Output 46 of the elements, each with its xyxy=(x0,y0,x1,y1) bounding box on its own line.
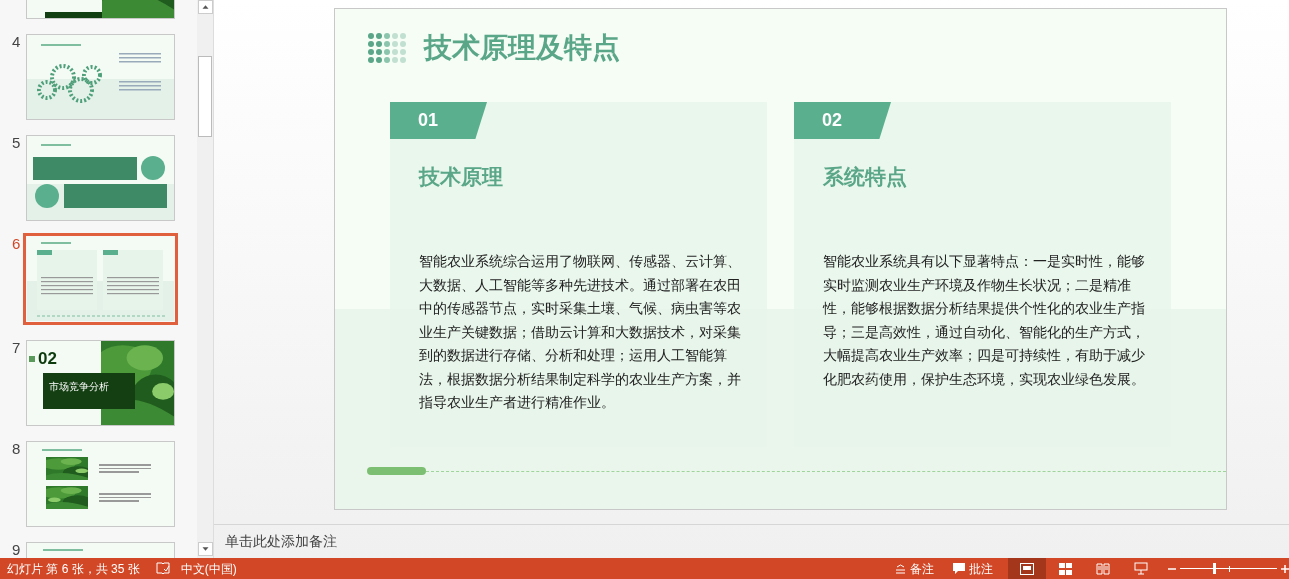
card-heading: 系统特点 xyxy=(823,166,908,187)
slide-title: 技术原理及特点 xyxy=(424,34,620,62)
comment-icon xyxy=(953,563,965,574)
slide-thumbnail[interactable]: 02 市场竞争分析 xyxy=(26,340,175,426)
slide-thumbnail[interactable] xyxy=(23,233,178,325)
slide-thumbnail[interactable] xyxy=(26,135,175,221)
slide-counter: 幻灯片 第 6 张，共 35 张 xyxy=(7,560,140,578)
language-label[interactable]: 中文(中国) xyxy=(180,559,237,578)
comments-button[interactable]: 批注 xyxy=(953,559,993,578)
text-lines xyxy=(99,493,151,502)
slide-number: 8 xyxy=(11,441,22,456)
squares-icon xyxy=(29,355,35,362)
normal-view-icon xyxy=(1020,562,1034,575)
zoom-thumb[interactable] xyxy=(1212,563,1216,574)
card-paragraph: 智能农业系统综合运用了物联网、传感器、云计算、大数据、人工智能等多种先进技术。通过部署在农田中的传感器节点，实时采集土壤、气候、病虫害等农业生产关键数据；借助云计算和大数据技术，对采集到的数据进行存储、分析和处理；运用人工智能算法，根据数据分析结果制定科学的农业生产方案，并指导农业生产者进行精准作业。 xyxy=(419,253,741,412)
slide-thumbnail[interactable] xyxy=(26,441,175,527)
notes-button[interactable]: 备注 xyxy=(895,559,934,578)
progress-pill xyxy=(367,467,426,475)
notes-placeholder[interactable]: 单击此处添加备注 xyxy=(225,531,337,552)
projector-screen-icon xyxy=(1134,562,1148,575)
section-number: 02 xyxy=(38,350,57,367)
grid-icon xyxy=(1058,562,1072,575)
slide-thumbnail[interactable] xyxy=(26,34,175,120)
title-banner: 市场竞争分析 xyxy=(43,373,135,409)
scroll-down-icon[interactable] xyxy=(197,542,213,556)
number-badge: 01 xyxy=(390,102,487,139)
slide-number: 7 xyxy=(11,340,22,355)
notes-icon xyxy=(895,563,906,574)
book-icon xyxy=(1096,562,1110,575)
slide-number: 4 xyxy=(11,34,22,49)
card-paragraph: 智能农业系统具有以下显著特点：一是实时性，能够实时监测农业生产环境及作物生长状况；二是精准性，能够根据数据分析结果提供个性化的农业生产指导；三是高效性，通过自动化、智能化的生产方式，大幅提高农业生产效率；四是可持续性，有助于减少化肥农药使用，保护生态环境，实现农业绿色发展。 xyxy=(823,253,1145,389)
zoom-slider[interactable] xyxy=(1180,563,1277,574)
dots-icon xyxy=(368,33,406,63)
spellcheck-icon[interactable] xyxy=(155,562,170,575)
text-lines xyxy=(99,464,151,473)
slide-number: 5 xyxy=(11,135,22,150)
scroll-up-icon[interactable] xyxy=(197,0,213,14)
title-block xyxy=(45,12,102,18)
slide-number: 9 xyxy=(11,542,22,557)
scroll-thumb[interactable] xyxy=(198,56,212,137)
card-heading: 技术原理 xyxy=(419,166,504,187)
number-badge: 02 xyxy=(794,102,891,139)
zoom-in-icon[interactable] xyxy=(1281,564,1289,573)
slide-number: 6 xyxy=(11,236,22,251)
scrollbar[interactable] xyxy=(197,0,214,558)
view-button[interactable] xyxy=(1008,558,1046,579)
